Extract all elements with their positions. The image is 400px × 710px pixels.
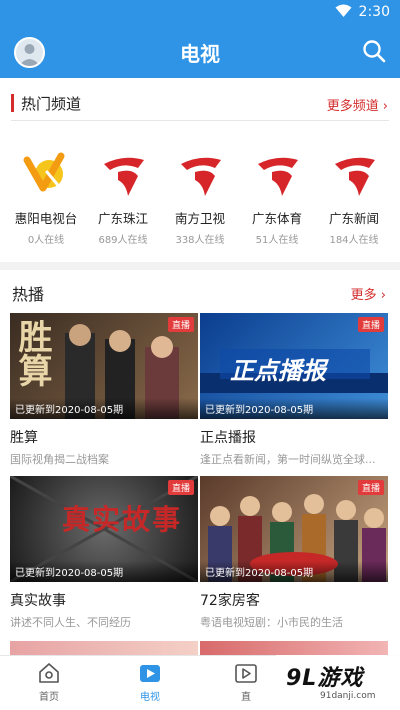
- next-card-peek: [200, 641, 388, 655]
- home-icon: [39, 663, 59, 683]
- program-thumbnail: 胜算 直播 已更新到2020-08-05期: [10, 313, 198, 419]
- program-title: 正点播报: [200, 430, 256, 446]
- huiyang-logo-icon: [23, 152, 65, 192]
- poster-title-text: 胜算: [12, 319, 52, 387]
- program-title: 72家房客: [200, 593, 260, 609]
- guangdong-logo-icon: [104, 157, 144, 196]
- channel-name: 广东体育: [251, 211, 302, 226]
- channel-item[interactable]: 广东新闻 184人在线: [316, 150, 392, 250]
- channel-item[interactable]: 南方卫视 338人在线: [162, 150, 238, 250]
- tab-tv[interactable]: 电视: [110, 662, 190, 703]
- broadcasts-header: 热播 更多 ›: [0, 276, 400, 306]
- guangdong-logo-icon: [258, 157, 298, 196]
- program-title: 真实故事: [10, 593, 66, 609]
- chevron-right-icon: ›: [380, 288, 386, 303]
- channel-online-count: 338人在线: [175, 235, 225, 246]
- channel-online-count: 0人在线: [27, 235, 65, 246]
- more-channels-link[interactable]: 更多频道 ›: [327, 95, 388, 114]
- chevron-right-icon: ›: [382, 99, 388, 114]
- wifi-icon: [335, 4, 352, 17]
- hot-channels-title: 热门频道: [21, 95, 82, 113]
- divider: [11, 120, 389, 121]
- live-badge: 直播: [167, 317, 194, 332]
- page-title: 电视: [180, 42, 220, 66]
- next-card-peek: [10, 641, 198, 655]
- update-status: 已更新到2020-08-05期: [10, 398, 198, 419]
- tab-live[interactable]: 直: [206, 662, 286, 703]
- program-thumbnail: 正点播报 直播 已更新到2020-08-05期: [200, 313, 388, 419]
- hot-channels-header: 热门频道 更多频道 ›: [0, 86, 400, 120]
- update-status: 已更新到2020-08-05期: [200, 398, 388, 419]
- channel-item[interactable]: 广东珠江 689人在线: [85, 150, 161, 250]
- channel-item[interactable]: 惠阳电视台 0人在线: [8, 150, 84, 250]
- status-time: 2:30: [358, 4, 390, 20]
- guangdong-logo-icon: [335, 157, 375, 196]
- live-icon: [235, 664, 257, 683]
- program-card[interactable]: 胜算 直播 已更新到2020-08-05期 胜算 国际视角揭二战档案: [10, 313, 198, 467]
- channel-list: 惠阳电视台 0人在线 广东珠江 689人在线 南方卫视 338人在线 广东体育 …: [0, 150, 400, 250]
- update-status: 已更新到2020-08-05期: [10, 561, 198, 582]
- program-description: 逢正点看新闻，第一时间纵览全球...: [200, 453, 376, 466]
- channel-online-count: 184人在线: [329, 235, 379, 246]
- program-card[interactable]: 真实故事 直播 已更新到2020-08-05期 真实故事 讲述不同人生、不同经历: [10, 476, 198, 630]
- update-status: 已更新到2020-08-05期: [200, 561, 388, 582]
- live-badge: 直播: [167, 480, 194, 495]
- program-description: 粤语电视短剧：小市民的生活: [200, 616, 343, 629]
- tab-home[interactable]: 首页: [9, 662, 89, 703]
- program-thumbnail: 真实故事 直播 已更新到2020-08-05期: [10, 476, 198, 582]
- channel-name: 广东珠江: [97, 211, 148, 226]
- section-gap: [0, 262, 400, 270]
- program-description: 国际视角揭二战档案: [10, 453, 109, 466]
- program-title: 胜算: [10, 430, 38, 446]
- poster-title-text: 真实故事: [62, 503, 183, 536]
- watermark: 9L游戏 91danji.com: [276, 655, 400, 710]
- section-accent-bar: [11, 94, 14, 112]
- status-bar: 2:30: [0, 0, 400, 24]
- channel-item[interactable]: 广东体育 51人在线: [239, 150, 315, 250]
- program-thumbnail: 直播 已更新到2020-08-05期: [200, 476, 388, 582]
- tab-label: 直: [241, 692, 251, 703]
- channel-online-count: 51人在线: [255, 235, 299, 246]
- live-badge: 直播: [357, 480, 384, 495]
- tab-label: 首页: [39, 692, 59, 703]
- live-badge: 直播: [357, 317, 384, 332]
- watermark-url: 91danji.com: [320, 691, 376, 701]
- search-icon[interactable]: [362, 39, 386, 63]
- channel-name: 广东新闻: [328, 211, 379, 226]
- broadcasts-title: 热播: [12, 285, 45, 304]
- watermark-logo: 9L游戏: [286, 666, 364, 691]
- app-bar: 电视: [0, 24, 400, 78]
- more-broadcasts-link[interactable]: 更多 ›: [351, 284, 386, 303]
- tab-label: 电视: [140, 692, 160, 703]
- poster-title-text: 正点播报: [230, 357, 326, 385]
- tv-play-icon: [140, 665, 160, 682]
- channel-name: 惠阳电视台: [14, 211, 78, 226]
- program-card[interactable]: 直播 已更新到2020-08-05期 72家房客 粤语电视短剧：小市民的生活: [200, 476, 388, 630]
- program-card[interactable]: 正点播报 直播 已更新到2020-08-05期 正点播报 逢正点看新闻，第一时间…: [200, 313, 388, 467]
- channel-online-count: 689人在线: [98, 235, 148, 246]
- program-description: 讲述不同人生、不同经历: [10, 616, 131, 629]
- guangdong-logo-icon: [181, 157, 221, 196]
- channel-name: 南方卫视: [174, 211, 225, 226]
